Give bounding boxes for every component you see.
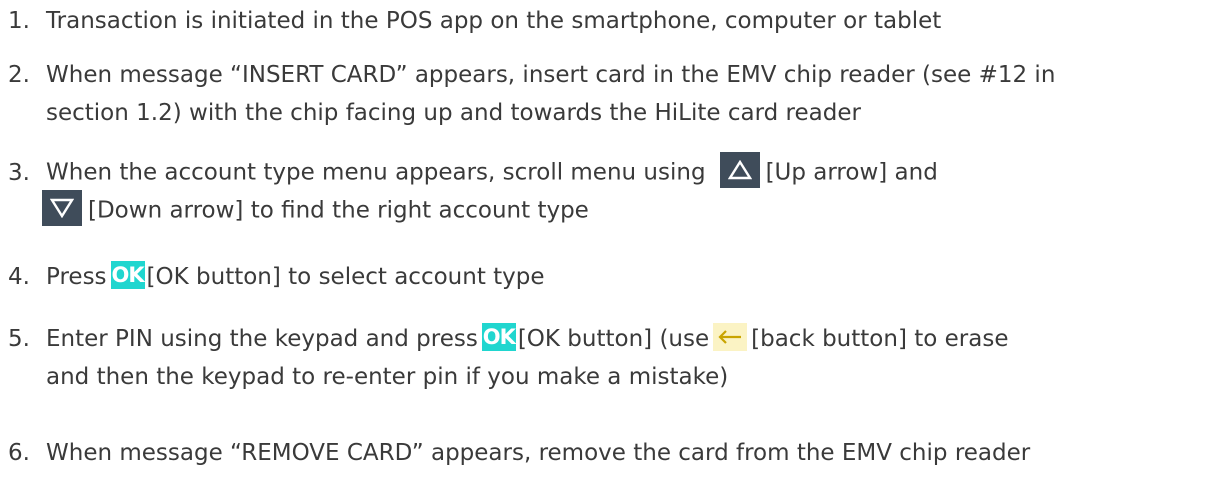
ok-icon: OK — [111, 262, 144, 287]
ok-button-image: OK — [481, 322, 516, 351]
step-text-before: Press — [46, 264, 107, 290]
down-arrow-icon — [50, 198, 74, 218]
instruction-list: 1. Transaction is initiated in the POS ap… — [0, 0, 1217, 493]
step-text-middle: [OK button] (use — [517, 326, 710, 352]
step-3-line-2: [Down arrow] to find the right account t… — [42, 190, 1208, 229]
step-text-line-2: section 1.2) with the chip facing up and… — [46, 100, 861, 126]
step-number: 1. — [8, 8, 30, 34]
back-arrow-icon — [718, 329, 742, 344]
step-number: 4. — [8, 264, 30, 290]
ok-icon: OK — [482, 324, 516, 349]
step-number: 5. — [8, 326, 30, 352]
step-text-part-a: When the account type menu appears, scro… — [46, 159, 706, 186]
step-text: Transaction is initiated in the POS app … — [46, 8, 942, 34]
step-text: When message “REMOVE CARD” appears, remo… — [46, 440, 1031, 466]
up-arrow-icon — [727, 160, 752, 180]
step-number: 6. — [8, 440, 30, 466]
step-text-line-1: When message “INSERT CARD” appears, inse… — [46, 62, 1056, 88]
step-number: 3. — [8, 159, 30, 186]
step-6: 6. When message “REMOVE CARD” appears, re… — [8, 436, 1208, 470]
step-text-after: [back button] to erase — [751, 326, 1009, 352]
step-2: 2. When message “INSERT CARD” appears, in… — [8, 58, 1208, 130]
step-5: 5. Enter PIN using the keypad and press OK… — [8, 322, 1208, 394]
back-button-image — [713, 322, 748, 351]
step-number: 2. — [8, 62, 30, 88]
step-text-before: Enter PIN using the keypad and press — [46, 326, 478, 352]
step-4: 4. Press OK [OK button] to select account t… — [8, 260, 1208, 294]
step-text-part-b: [Up arrow] and — [765, 159, 938, 186]
up-arrow-button-image — [719, 152, 760, 188]
step-text-part-c: [Down arrow] to find the right account t… — [88, 197, 589, 224]
step-3: 3. When the account type menu appears, sc… — [8, 152, 1208, 229]
step-text-line-2: and then the keypad to re-enter pin if y… — [46, 364, 729, 390]
step-text-after: [OK button] to select account type — [146, 264, 545, 290]
step-1: 1. Transaction is initiated in the POS ap… — [8, 4, 1208, 38]
down-arrow-button-image — [42, 190, 82, 226]
ok-button-image: OK — [110, 260, 145, 289]
